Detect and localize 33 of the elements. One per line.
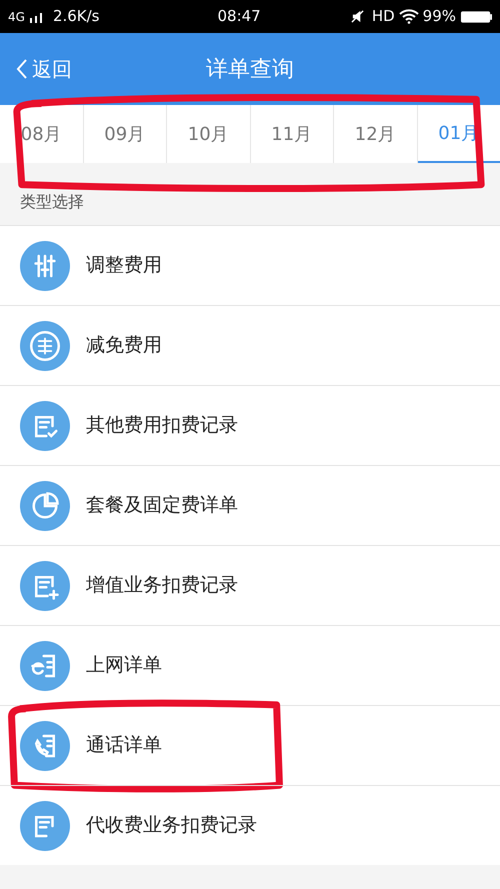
month-tab[interactable]: 09月: [84, 105, 167, 163]
page-title: 详单查询: [206, 56, 294, 84]
battery-icon: [460, 10, 492, 24]
type-list-item[interactable]: 调整费用: [0, 225, 500, 305]
clock: 08:47: [218, 6, 261, 28]
type-list-item[interactable]: 上网详单: [0, 625, 500, 705]
list-icon: [20, 800, 70, 850]
month-tab[interactable]: 11月: [250, 105, 334, 163]
type-list-item[interactable]: 通话详单: [0, 705, 500, 785]
section-label: 类型选择: [20, 191, 84, 213]
battery-label: 99%: [422, 6, 456, 28]
wifi-icon: [398, 9, 419, 24]
type-list-item[interactable]: 增值业务扣费记录: [0, 545, 500, 625]
list-icon: [20, 320, 70, 370]
list-icon: [20, 240, 70, 290]
month-tab[interactable]: 08月: [0, 105, 84, 163]
list-icon: [20, 720, 70, 770]
list-icon: [20, 480, 70, 530]
type-list-item[interactable]: 其他费用扣费记录: [0, 385, 500, 465]
list-icon: [20, 640, 70, 690]
signal-icon: [28, 10, 45, 22]
hd-label: HD: [372, 6, 395, 28]
month-tab[interactable]: 12月: [334, 105, 418, 163]
mute-icon: [350, 10, 364, 23]
type-list-item[interactable]: 减免费用: [0, 305, 500, 385]
list-icon: [20, 400, 70, 450]
list-icon: [20, 560, 70, 610]
type-list-item[interactable]: 套餐及固定费详单: [0, 465, 500, 545]
month-tab[interactable]: 10月: [167, 105, 250, 163]
network-label: 4G: [8, 8, 25, 26]
speed-label: 2.6K/s: [52, 6, 100, 28]
chevron-left-icon: [16, 58, 28, 80]
type-list-item[interactable]: 代收费业务扣费记录: [0, 785, 500, 865]
